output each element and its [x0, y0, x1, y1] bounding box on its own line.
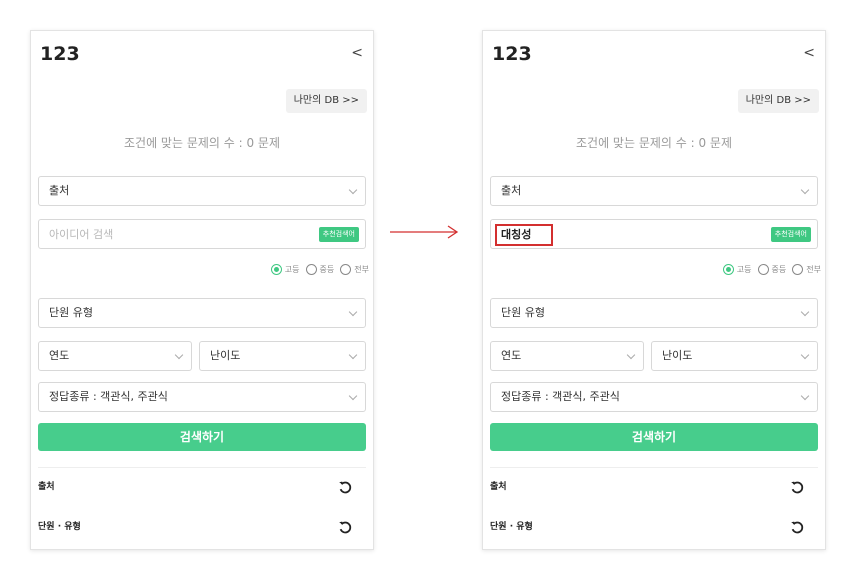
filter-unit-label: 단원 · 유형 [38, 522, 81, 532]
panel-title: 123 [492, 43, 532, 65]
result-count-text: 조건에 맞는 문제의 수 : 0 문제 [575, 136, 732, 150]
difficulty-label: 난이도 [210, 349, 241, 362]
radio-button [305, 264, 317, 275]
idea-search-field: 추천검색어 [490, 219, 818, 249]
radio-high-school[interactable]: 고등 [722, 264, 752, 275]
idea-search-input[interactable] [49, 226, 249, 242]
radio-label: 전부 [354, 265, 369, 274]
search-button[interactable]: 검색하기 [490, 423, 818, 451]
search-panel-after: 123 < 나만의 DB >> 조건에 맞는 문제의 수 : 0 문제 출처 추… [482, 30, 826, 550]
chevron-down-icon [626, 350, 636, 360]
source-select-label: 출처 [501, 184, 522, 197]
filter-source-row: 출처 [38, 477, 366, 497]
radio-all[interactable]: 전부 [340, 264, 369, 275]
divider [38, 467, 366, 468]
radio-high-school[interactable]: 고등 [270, 264, 300, 275]
level-radio-group: 고등 중등 전부 [722, 264, 821, 275]
collapse-button[interactable]: < [803, 45, 815, 61]
radio-button [757, 264, 769, 275]
filter-unit-row: 단원 · 유형 [490, 517, 818, 537]
my-db-button[interactable]: 나만의 DB >> [285, 89, 367, 113]
source-select[interactable]: 출처 [38, 176, 366, 206]
unit-type-label: 단원 유형 [501, 306, 545, 319]
recommended-keywords-button[interactable]: 추천검색어 [770, 227, 811, 242]
answer-type-label: 정답종류 : 객관식, 주관식 [501, 390, 620, 403]
divider [490, 467, 818, 468]
unit-type-label: 단원 유형 [49, 306, 93, 319]
radio-label: 중등 [771, 265, 787, 274]
answer-type-select[interactable]: 정답종류 : 객관식, 주관식 [490, 382, 818, 412]
filter-source-label: 출처 [490, 482, 507, 492]
idea-search-field: 추천검색어 [38, 219, 366, 249]
answer-type-select[interactable]: 정답종류 : 객관식, 주관식 [38, 382, 366, 412]
radio-all[interactable]: 전부 [792, 264, 821, 275]
chevron-down-icon [800, 307, 810, 317]
filter-unit-label: 단원 · 유형 [490, 522, 533, 532]
reset-icon[interactable] [338, 520, 352, 534]
radio-label: 중등 [319, 265, 335, 274]
chevron-down-icon [348, 185, 358, 195]
radio-middle-school[interactable]: 중등 [305, 264, 335, 275]
radio-label: 고등 [736, 265, 752, 274]
radio-button-selected [270, 264, 282, 275]
filter-source-row: 출처 [490, 477, 818, 497]
radio-button [340, 264, 352, 275]
source-select[interactable]: 출처 [490, 176, 818, 206]
reset-icon[interactable] [338, 480, 352, 494]
chevron-down-icon [348, 350, 358, 360]
chevron-down-icon [348, 307, 358, 317]
search-panel-before: 123 < 나만의 DB >> 조건에 맞는 문제의 수 : 0 문제 출처 추… [30, 30, 374, 550]
difficulty-label: 난이도 [662, 349, 693, 362]
source-select-label: 출처 [49, 184, 70, 197]
panel-title: 123 [40, 43, 80, 65]
chevron-down-icon [800, 350, 810, 360]
chevron-down-icon [174, 350, 184, 360]
radio-button-selected [722, 264, 734, 275]
radio-button [792, 264, 804, 275]
year-label: 연도 [501, 349, 522, 362]
chevron-down-icon [348, 391, 358, 401]
radio-label: 고등 [284, 265, 300, 274]
chevron-down-icon [800, 391, 810, 401]
highlight-box [495, 224, 553, 246]
filter-source-label: 출처 [38, 482, 55, 492]
level-radio-group: 고등 중등 전부 [270, 264, 369, 275]
filter-unit-row: 단원 · 유형 [38, 517, 366, 537]
recommended-keywords-button[interactable]: 추천검색어 [318, 227, 359, 242]
unit-type-select[interactable]: 단원 유형 [38, 298, 366, 328]
reset-icon[interactable] [790, 480, 804, 494]
unit-type-select[interactable]: 단원 유형 [490, 298, 818, 328]
answer-type-label: 정답종류 : 객관식, 주관식 [49, 390, 168, 403]
reset-icon[interactable] [790, 520, 804, 534]
right-arrow-icon [390, 225, 459, 239]
search-button[interactable]: 검색하기 [38, 423, 366, 451]
result-count-text: 조건에 맞는 문제의 수 : 0 문제 [123, 136, 280, 150]
chevron-down-icon [800, 185, 810, 195]
year-select[interactable]: 연도 [490, 341, 644, 371]
difficulty-select[interactable]: 난이도 [651, 341, 818, 371]
year-select[interactable]: 연도 [38, 341, 192, 371]
radio-label: 전부 [806, 265, 821, 274]
collapse-button[interactable]: < [351, 45, 363, 61]
difficulty-select[interactable]: 난이도 [199, 341, 366, 371]
year-label: 연도 [49, 349, 70, 362]
radio-middle-school[interactable]: 중등 [757, 264, 787, 275]
my-db-button[interactable]: 나만의 DB >> [737, 89, 819, 113]
